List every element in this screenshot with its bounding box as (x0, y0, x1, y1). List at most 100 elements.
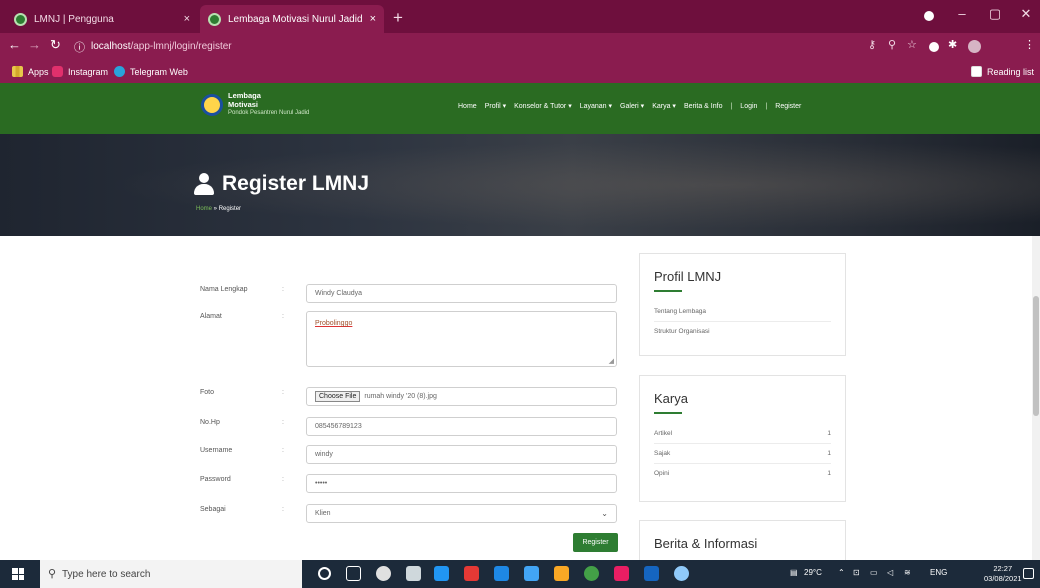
nav-login[interactable]: Login (740, 103, 757, 110)
wifi-icon[interactable]: ≋ (904, 568, 911, 577)
weather-temp[interactable]: 29°C (804, 568, 822, 577)
lmnj-emblem-icon (201, 93, 223, 116)
bookmark-apps[interactable]: Apps (12, 66, 49, 77)
address-bar[interactable]: ⓘ localhost /app-lmnj/login/register (74, 36, 854, 57)
field-label: Nama Lengkap (200, 286, 248, 293)
field-colon: : (282, 313, 284, 320)
minimize-icon[interactable]: – (952, 6, 972, 21)
browser-tab-register[interactable]: Lembaga Motivasi Nurul Jadid - L × (200, 5, 384, 33)
windows-taskbar: ⚲ Type here to search ▤ 29°C ⌃ ⊡ ▭ ◁ ≋ E… (0, 560, 1040, 588)
apps-grid-icon (12, 66, 23, 77)
alamat-textarea[interactable]: Probolinggo ◢ (306, 311, 617, 367)
sidebar-link-struktur[interactable]: Struktur Organisasi (654, 322, 831, 341)
breadcrumb-separator: » (212, 206, 219, 212)
extensions-puzzle-icon[interactable]: ✱ (948, 38, 957, 51)
app-icon[interactable] (494, 566, 509, 581)
profile-icon[interactable] (924, 11, 934, 21)
search-icon: ⚲ (48, 568, 57, 580)
title-underline (654, 290, 682, 292)
taskbar-clock[interactable]: 22:27 03/08/2021 (984, 564, 1022, 584)
tab-title: Lembaga Motivasi Nurul Jadid - L (228, 13, 364, 25)
page-scrollbar[interactable] (1032, 236, 1040, 560)
sidebar-link-opini[interactable]: Opini 1 (654, 464, 831, 483)
app-icon[interactable] (376, 566, 391, 581)
back-arrow-icon[interactable]: ← (8, 37, 21, 52)
menu-kebab-icon[interactable]: ⋮ (1024, 38, 1035, 51)
browser-tab-strip: LMNJ | Pengguna × Lembaga Motivasi Nurul… (0, 0, 1040, 33)
new-tab-button[interactable]: + (393, 8, 403, 28)
vscode-icon[interactable] (434, 566, 449, 581)
taskbar-search-box[interactable]: ⚲ Type here to search (40, 560, 302, 588)
tray-chevron-up-icon[interactable]: ⌃ (838, 568, 845, 577)
tab-close-icon[interactable]: × (370, 13, 376, 25)
field-label: Sebagai (200, 506, 226, 513)
scrollbar-thumb[interactable] (1033, 296, 1039, 416)
zoom-icon[interactable]: ⚲ (888, 38, 896, 51)
weather-icon[interactable]: ▤ (790, 568, 798, 577)
form-row-username: Username : windy (200, 445, 617, 464)
reload-icon[interactable]: ↻ (50, 37, 61, 53)
word-icon[interactable] (644, 566, 659, 581)
item-count: 1 (827, 450, 831, 457)
browser-tab-pengguna[interactable]: LMNJ | Pengguna × (6, 5, 198, 33)
selected-file-name: rumah windy '20 (8).jpg (364, 393, 437, 400)
sebagai-select[interactable]: Klien ⌄ (306, 504, 617, 523)
nav-home[interactable]: Home (458, 103, 477, 110)
nav-register[interactable]: Register (775, 103, 801, 110)
camera-icon[interactable] (406, 566, 421, 581)
no-hp-input[interactable]: 085456789123 (306, 417, 617, 436)
breadcrumb-current: Register (218, 206, 242, 212)
maximize-icon[interactable]: ▢ (985, 6, 1005, 22)
nama-lengkap-input[interactable]: Windy Claudya (306, 284, 617, 303)
chrome-icon[interactable] (584, 566, 599, 581)
language-indicator[interactable]: ENG (930, 568, 947, 577)
extension-icon[interactable] (929, 42, 939, 52)
nav-layanan[interactable]: Layanan ▾ (580, 102, 612, 110)
file-explorer-icon[interactable] (554, 566, 569, 581)
reading-list[interactable]: Reading list (970, 66, 1034, 77)
nav-galeri[interactable]: Galeri ▾ (620, 102, 644, 110)
nav-profil[interactable]: Profil ▾ (485, 102, 506, 110)
notification-icon[interactable] (1023, 568, 1034, 579)
battery-icon[interactable]: ▭ (870, 568, 878, 577)
password-key-icon[interactable]: ⚷ (868, 38, 876, 51)
task-view-icon[interactable] (346, 566, 361, 581)
site-info-icon[interactable]: ⓘ (74, 39, 85, 55)
forward-arrow-icon[interactable]: → (28, 37, 41, 52)
item-count: 1 (827, 470, 831, 477)
bookmark-instagram[interactable]: Instagram (52, 66, 108, 77)
password-input[interactable]: ••••• (306, 474, 617, 493)
tab-close-icon[interactable]: × (184, 13, 190, 25)
site-logo[interactable]: Lembaga Motivasi Pondok Pesantren Nurul … (201, 91, 309, 118)
nav-berita-info[interactable]: Berita & Info (684, 103, 723, 110)
volume-icon[interactable]: ◁ (887, 568, 893, 577)
cortana-icon[interactable] (318, 567, 331, 580)
bookmark-label: Apps (28, 66, 49, 77)
app-icon[interactable] (464, 566, 479, 581)
url-host: localhost (91, 41, 131, 52)
item-label: Sajak (654, 450, 671, 457)
app-icon[interactable] (524, 566, 539, 581)
app-icon[interactable] (674, 566, 689, 581)
app-icon[interactable] (614, 566, 629, 581)
bookmark-telegram[interactable]: Telegram Web (114, 66, 188, 77)
sidebar-link-tentang[interactable]: Tentang Lembaga (654, 302, 831, 322)
resize-handle-icon[interactable]: ◢ (609, 357, 614, 365)
page-hero: Register LMNJ Home » Register (0, 134, 1040, 236)
instagram-icon (52, 66, 63, 77)
choose-file-button[interactable]: Choose File (315, 391, 361, 402)
bookmark-label: Instagram (68, 66, 109, 77)
telegram-icon (114, 66, 125, 77)
account-avatar-icon[interactable] (968, 40, 981, 53)
network-icon[interactable]: ⊡ (853, 568, 860, 577)
sidebar-link-artikel[interactable]: Artikel 1 (654, 424, 831, 444)
windows-start-icon[interactable] (12, 568, 24, 580)
breadcrumb-home[interactable]: Home (196, 206, 212, 212)
close-window-icon[interactable]: ✕ (1016, 6, 1036, 22)
username-input[interactable]: windy (306, 445, 617, 464)
register-button[interactable]: Register (573, 533, 618, 552)
nav-konselor-tutor[interactable]: Konselor & Tutor ▾ (514, 102, 572, 110)
bookmark-star-icon[interactable]: ☆ (907, 38, 917, 51)
sidebar-link-sajak[interactable]: Sajak 1 (654, 444, 831, 464)
nav-karya[interactable]: Karya ▾ (652, 102, 676, 110)
